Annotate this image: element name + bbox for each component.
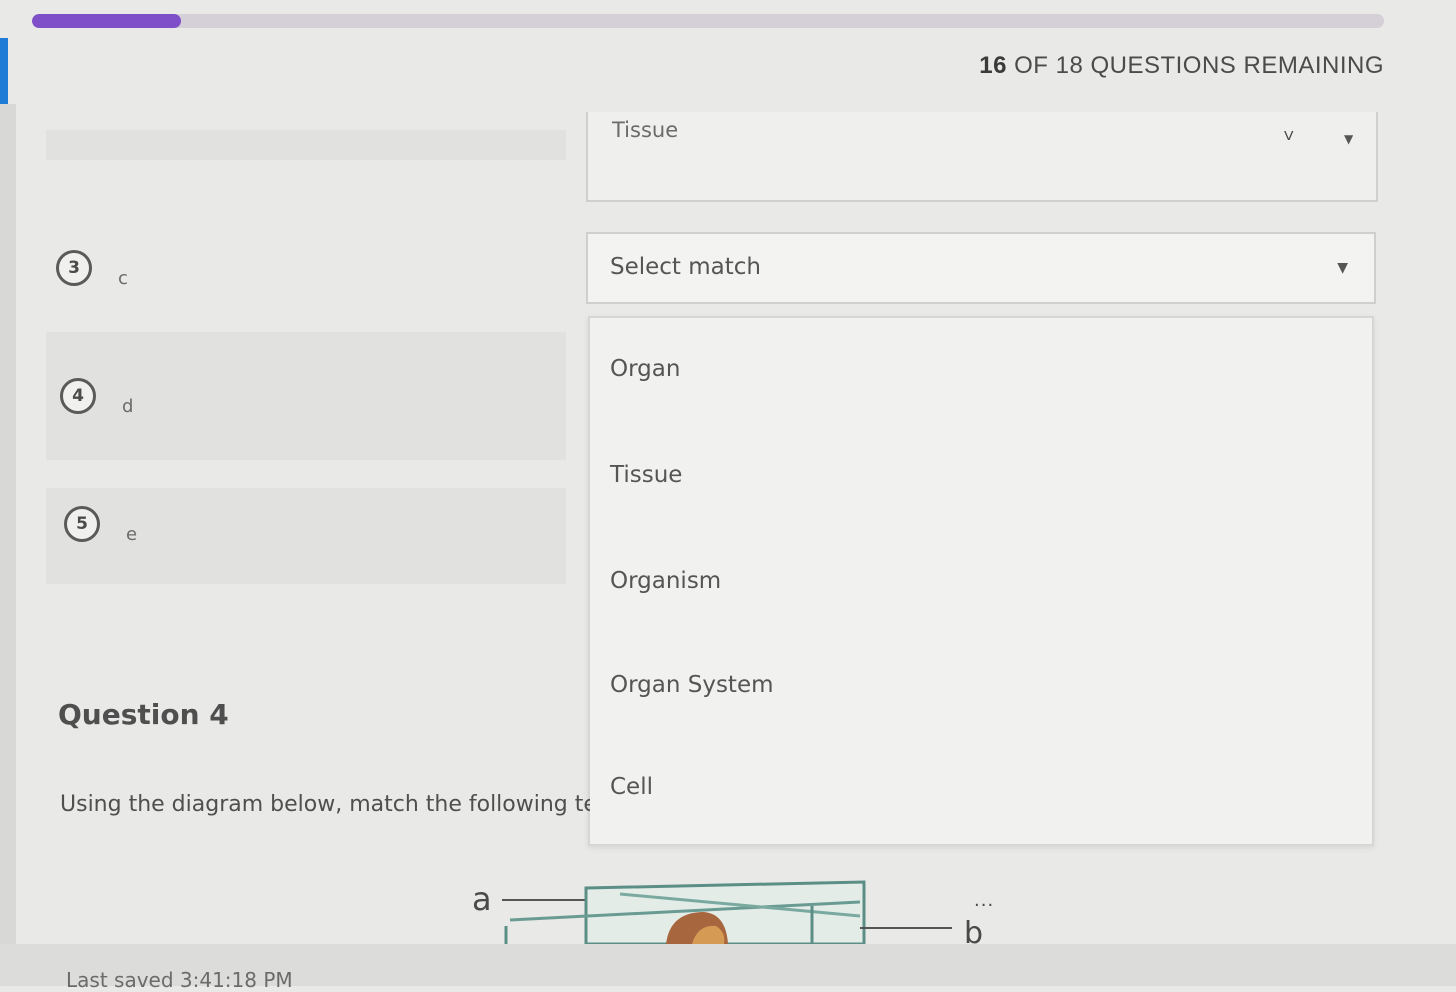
- left-shade: [0, 104, 16, 986]
- item-number-badge: 3: [56, 250, 92, 286]
- match-select-3[interactable]: Select match ▼: [586, 232, 1376, 304]
- item-letter: c: [118, 268, 128, 289]
- dropdown-option-cell[interactable]: Cell: [610, 774, 653, 800]
- dropdown-option-organ-system[interactable]: Organ System: [610, 672, 774, 698]
- diagram-more-icon[interactable]: ...: [974, 890, 994, 911]
- previous-match-select[interactable]: Tissue ⱽ ▼: [586, 112, 1378, 202]
- item-number-badge: 5: [64, 506, 100, 542]
- item-letter: e: [126, 524, 138, 545]
- row-background-2: [46, 130, 566, 160]
- remaining-label: OF 18 QUESTIONS REMAINING: [1006, 52, 1384, 79]
- row-background-5: [46, 488, 566, 584]
- dropdown-option-tissue[interactable]: Tissue: [610, 462, 682, 488]
- remaining-count: 16: [979, 52, 1007, 79]
- progress-fill: [32, 14, 181, 28]
- left-accent-bar: [0, 38, 8, 104]
- diagram-label-a: a: [472, 880, 492, 918]
- item-number-badge: 4: [60, 378, 96, 414]
- chevron-down-icon: ▼: [1344, 132, 1354, 146]
- progress-bar: [32, 14, 1384, 28]
- dropdown-option-organism[interactable]: Organism: [610, 568, 721, 594]
- select-placeholder: Select match: [610, 254, 762, 280]
- item-letter: d: [122, 396, 134, 417]
- last-saved-status: Last saved 3:41:18 PM: [66, 968, 293, 992]
- previous-select-value: Tissue: [612, 118, 679, 142]
- chevron-down-icon: ▼: [1337, 260, 1348, 276]
- cell-diagram: a ... b: [460, 876, 1020, 951]
- question-instruction: Using the diagram below, match the follo…: [60, 792, 590, 817]
- questions-remaining: 16 OF 18 QUESTIONS REMAINING: [979, 52, 1384, 80]
- footer-bar: Last saved 3:41:18 PM: [0, 944, 1456, 992]
- grammar-assist-icon[interactable]: ⱽ: [1284, 128, 1293, 153]
- diagram-figure: [502, 880, 952, 946]
- question-title: Question 4: [58, 698, 229, 731]
- dropdown-option-organ[interactable]: Organ: [610, 356, 680, 382]
- match-dropdown-menu: Organ Tissue Organism Organ System Cell: [588, 316, 1374, 846]
